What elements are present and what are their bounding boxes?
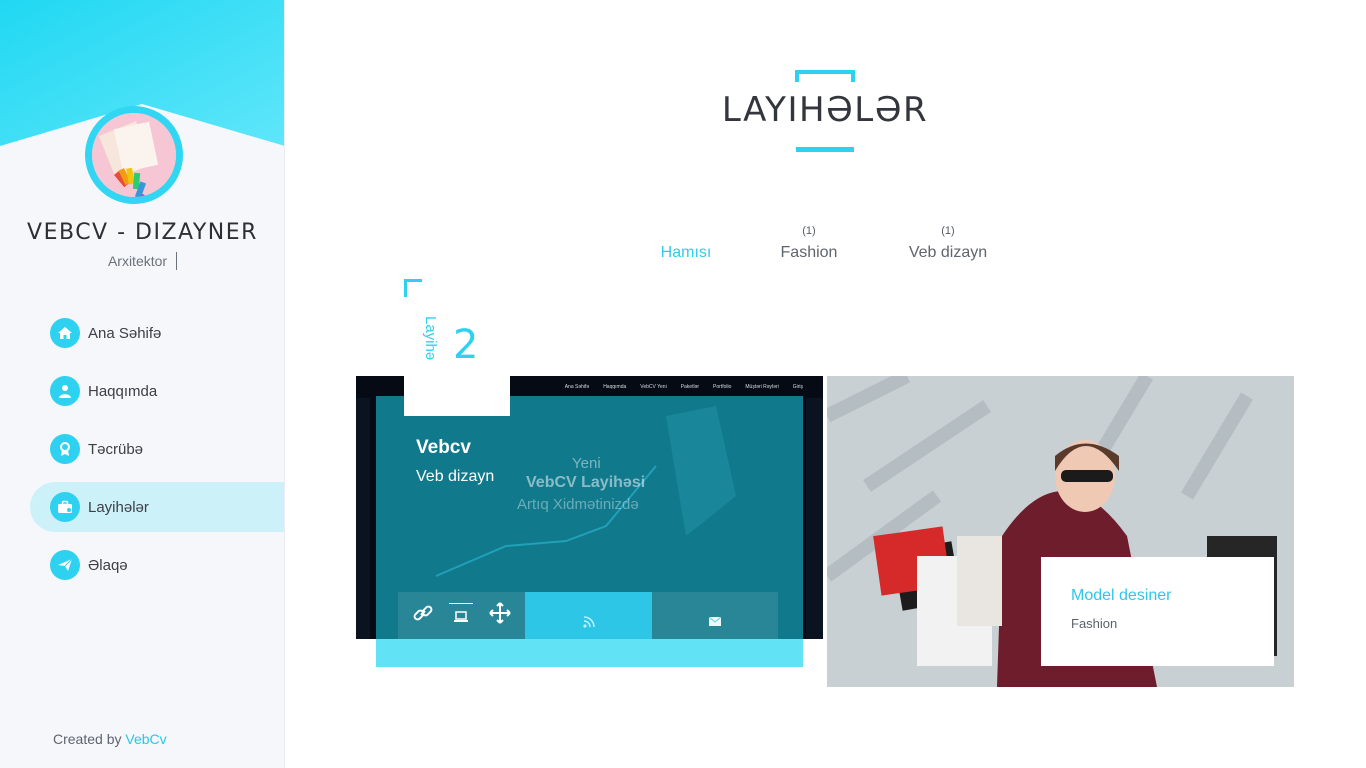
sidebar: VEBCV - DIZAYNER Arxitektor Ana Səhifə H… [0,0,285,768]
badge-corner-decoration [404,279,422,297]
filter-all[interactable]: Hamısı [655,226,717,276]
filter-web-design[interactable]: (1) Veb dizayn [903,226,993,276]
section-title-wrap: LAYIHƏLƏR [685,70,965,154]
rss-icon [582,598,595,633]
project-card-overlay-accent [376,639,803,667]
nav-label: Əlaqə [88,556,128,574]
project-title: Vebcv [416,437,471,458]
filter-label: Fashion [780,244,838,261]
award-icon [50,434,80,464]
filter-label: Hamısı [660,244,712,261]
filter-count: (1) [941,225,955,237]
project-title: Model desiner [1071,587,1172,604]
title-bracket-decoration [795,70,855,82]
sidebar-nav: Ana Səhifə Haqqımda Təcrübə Layihələr Əl… [30,308,284,598]
title-underline [796,147,854,152]
filter-count [655,226,717,244]
footer-credit: Created by VebCv [53,731,167,747]
user-icon [50,376,80,406]
rss-button[interactable] [525,592,652,639]
footer-prefix: Created by [53,731,122,747]
home-icon [50,318,80,348]
project-category: Veb dizayn [416,468,495,485]
paper-plane-icon [50,550,80,580]
filter-count: (1) [802,225,816,237]
site-role: Arxitektor [0,252,284,270]
email-button[interactable] [652,592,778,639]
badge-label: Layihə [422,316,439,361]
envelope-icon [708,599,722,632]
avatar [85,106,183,204]
avatar-image [92,113,176,197]
project-category: Fashion [1071,616,1118,631]
filter-fashion[interactable]: (1) Fashion [777,226,841,276]
briefcase-icon [50,492,80,522]
preview-hero-title: VebCV Layihəsi [526,474,646,491]
nav-item-projects[interactable]: Layihələr [30,482,284,532]
filter-label: Veb dizayn [908,244,988,261]
nav-label: Ana Səhifə [88,324,162,342]
link-icon[interactable] [412,602,434,629]
laptop-action[interactable] [448,603,473,628]
nav-item-about[interactable]: Haqqımda [30,366,284,416]
badge-number: 2 [453,322,479,368]
project-action-group [398,592,525,639]
project-actions [398,592,778,639]
nav-item-home[interactable]: Ana Səhifə [30,308,284,358]
role-text: Arxitektor [107,253,168,269]
separator-line [448,603,473,604]
nav-item-contact[interactable]: Əlaqə [30,540,284,590]
laptop-icon [453,610,468,628]
nav-label: Təcrübə [88,440,144,458]
nav-item-experience[interactable]: Təcrübə [30,424,284,474]
main-content: LAYIHƏLƏR Hamısı (1) Fashion (1) Veb diz… [285,0,1366,768]
preview-hero-line: Yeni [572,455,601,472]
footer-brand-link[interactable]: VebCv [125,731,166,747]
site-name: VEBCV - DIZAYNER [27,220,258,245]
nav-label: Layihələr [88,498,149,516]
nav-label: Haqqımda [88,382,158,400]
preview-hero-subtitle: Artıq Xidmətinizdə [517,496,639,513]
project-info-panel [1041,557,1274,666]
typing-cursor [176,252,178,270]
move-icon[interactable] [488,601,512,630]
page-title: LAYIHƏLƏR [721,90,929,130]
